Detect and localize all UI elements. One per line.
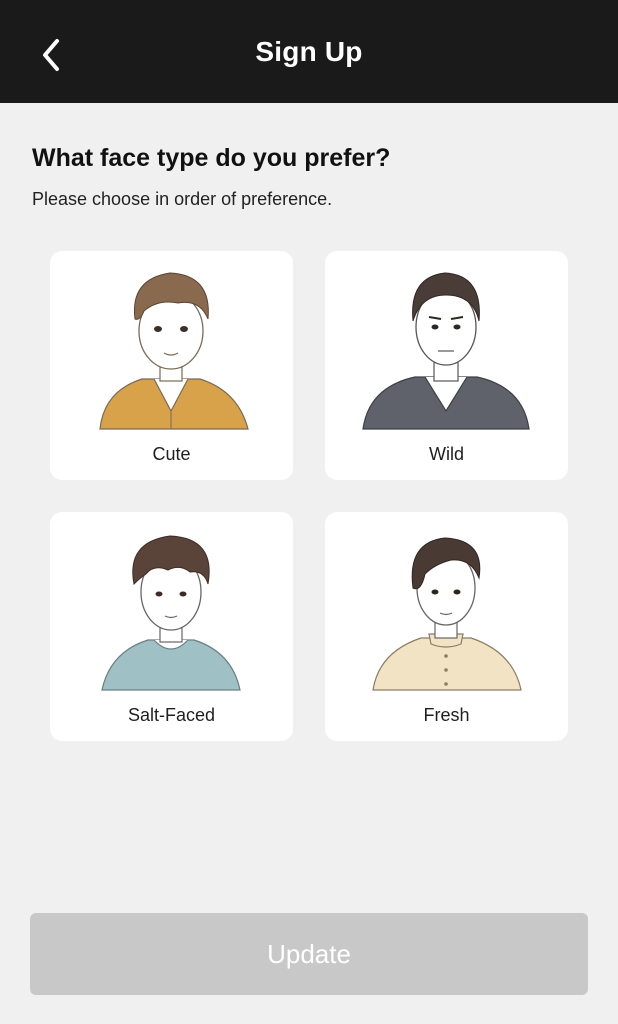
option-label: Wild <box>429 444 464 464</box>
option-label: Cute <box>152 444 191 464</box>
option-label: Salt-Faced <box>127 705 216 725</box>
cute-avatar-illustration <box>99 272 249 430</box>
face-option-salt-faced[interactable]: Salt-Faced <box>50 512 293 741</box>
question-title: What face type do you prefer? <box>32 144 391 172</box>
face-option-cute[interactable]: Cute <box>50 251 293 480</box>
update-button[interactable]: Update <box>30 913 588 995</box>
question-subtitle: Please choose in order of preference. <box>32 189 333 209</box>
header-bar: Sign Up <box>0 0 618 103</box>
face-option-fresh[interactable]: Fresh <box>325 512 568 741</box>
salt-faced-avatar-illustration <box>101 535 241 691</box>
page-title: Sign Up <box>255 36 363 67</box>
wild-avatar-illustration <box>362 272 530 430</box>
fresh-avatar-illustration <box>372 537 522 691</box>
option-label: Fresh <box>423 705 470 725</box>
face-option-wild[interactable]: Wild <box>325 251 568 480</box>
